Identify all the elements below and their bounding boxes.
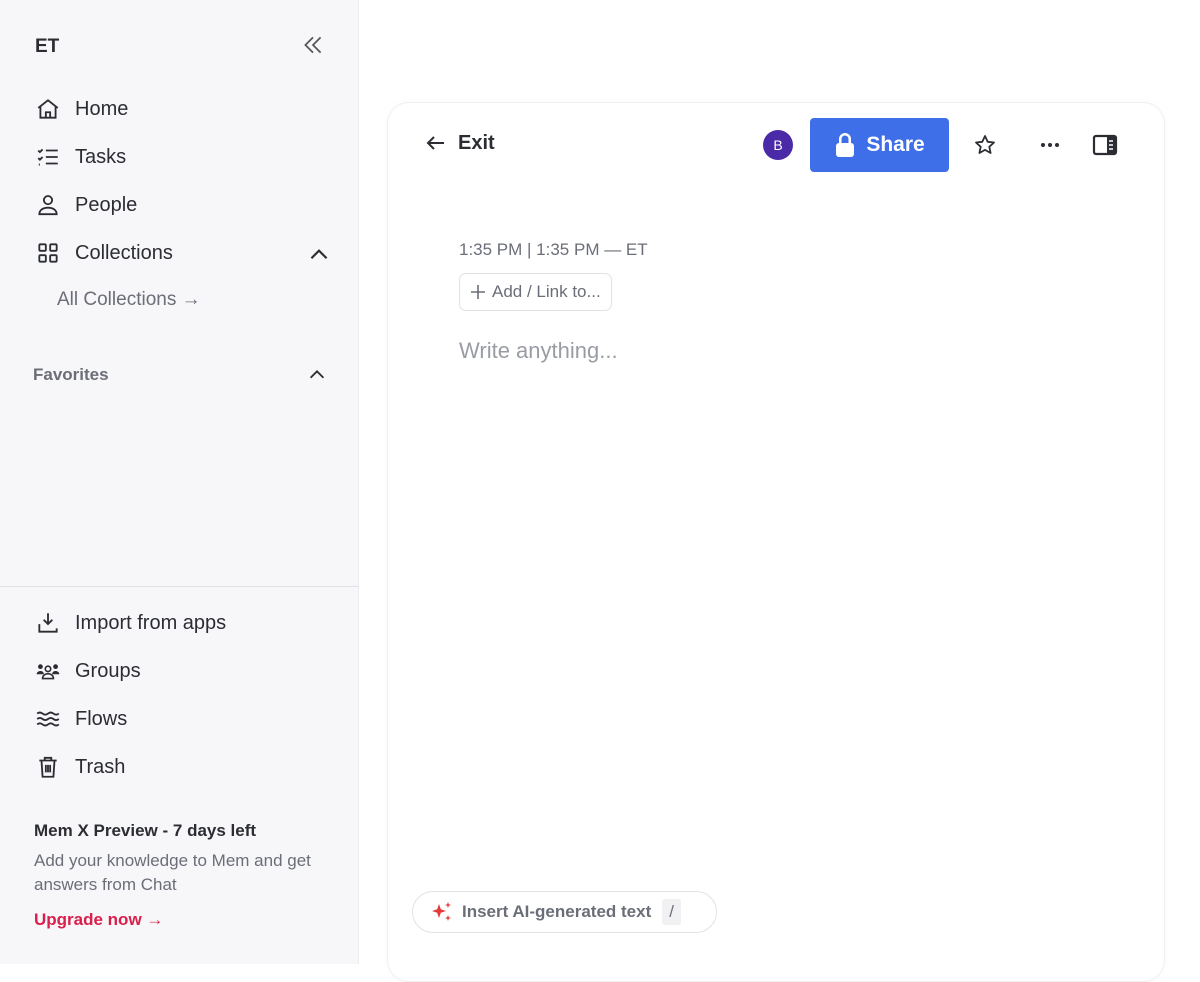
chevron-up-icon[interactable] (306, 364, 328, 386)
more-options-icon[interactable] (1035, 130, 1065, 160)
note-editor-card (387, 102, 1165, 982)
sidebar-item-flows[interactable]: Flows (0, 699, 359, 739)
note-timestamp: 1:35 PM | 1:35 PM — ET (459, 240, 648, 259)
sidebar-item-label: Tasks (75, 145, 127, 168)
sidebar-item-import[interactable]: Import from apps (0, 603, 359, 643)
collapse-sidebar-icon[interactable] (300, 32, 326, 58)
sidebar-item-label: People (75, 193, 138, 216)
sidebar: ET Home Tasks People Collections All Col… (0, 0, 359, 964)
shortcut-key: / (662, 899, 681, 925)
chevron-up-icon[interactable] (306, 242, 332, 268)
lock-icon (836, 133, 855, 157)
import-icon (38, 613, 58, 633)
star-icon[interactable] (970, 130, 1000, 160)
sidebar-item-trash[interactable]: Trash (0, 747, 359, 787)
promo-text: Add your knowledge to Mem and get answer… (34, 851, 311, 894)
sidebar-item-label: Flows (75, 707, 128, 730)
sidebar-item-groups[interactable]: Groups (0, 651, 359, 691)
add-link-button[interactable]: Add / Link to... (459, 273, 612, 311)
promo-title: Mem X Preview - 7 days left (34, 821, 257, 840)
side-panel-icon[interactable] (1090, 130, 1120, 160)
insert-ai-text-button[interactable]: Insert AI-generated text / (412, 891, 717, 933)
sidebar-item-label: Home (75, 97, 129, 120)
avatar[interactable]: B (763, 130, 793, 160)
person-icon (38, 195, 58, 216)
home-icon (37, 99, 59, 119)
arrow-left-icon (426, 136, 444, 150)
share-button[interactable]: Share (810, 118, 949, 172)
sidebar-item-collections[interactable]: Collections (0, 233, 359, 273)
sidebar-item-label: Trash (75, 755, 126, 778)
all-collections-link[interactable]: All Collections → (57, 289, 201, 311)
sidebar-item-home[interactable]: Home (0, 89, 359, 129)
note-body-input[interactable]: Write anything... (459, 338, 618, 364)
exit-button[interactable]: Exit (424, 131, 495, 155)
add-link-label: Add / Link to... (492, 282, 601, 301)
sparkles-icon (432, 902, 451, 921)
ai-button-label: Insert AI-generated text (462, 902, 652, 921)
tasks-icon (37, 148, 58, 166)
workspace-name: ET (35, 36, 60, 57)
exit-label: Exit (458, 131, 495, 154)
waves-icon (36, 711, 60, 727)
sidebar-item-label: Groups (75, 659, 141, 682)
grid-icon (38, 243, 58, 263)
trash-icon (39, 756, 57, 778)
sidebar-item-label: Collections (75, 241, 173, 264)
groups-icon (36, 664, 60, 680)
sidebar-item-tasks[interactable]: Tasks (0, 137, 359, 177)
plus-icon (471, 285, 485, 299)
favorites-heading[interactable]: Favorites (33, 365, 109, 385)
divider (0, 586, 359, 587)
sidebar-item-people[interactable]: People (0, 185, 359, 225)
upgrade-link[interactable]: Upgrade now → (34, 910, 163, 930)
share-label: Share (866, 133, 925, 156)
sidebar-item-label: Import from apps (75, 611, 227, 634)
